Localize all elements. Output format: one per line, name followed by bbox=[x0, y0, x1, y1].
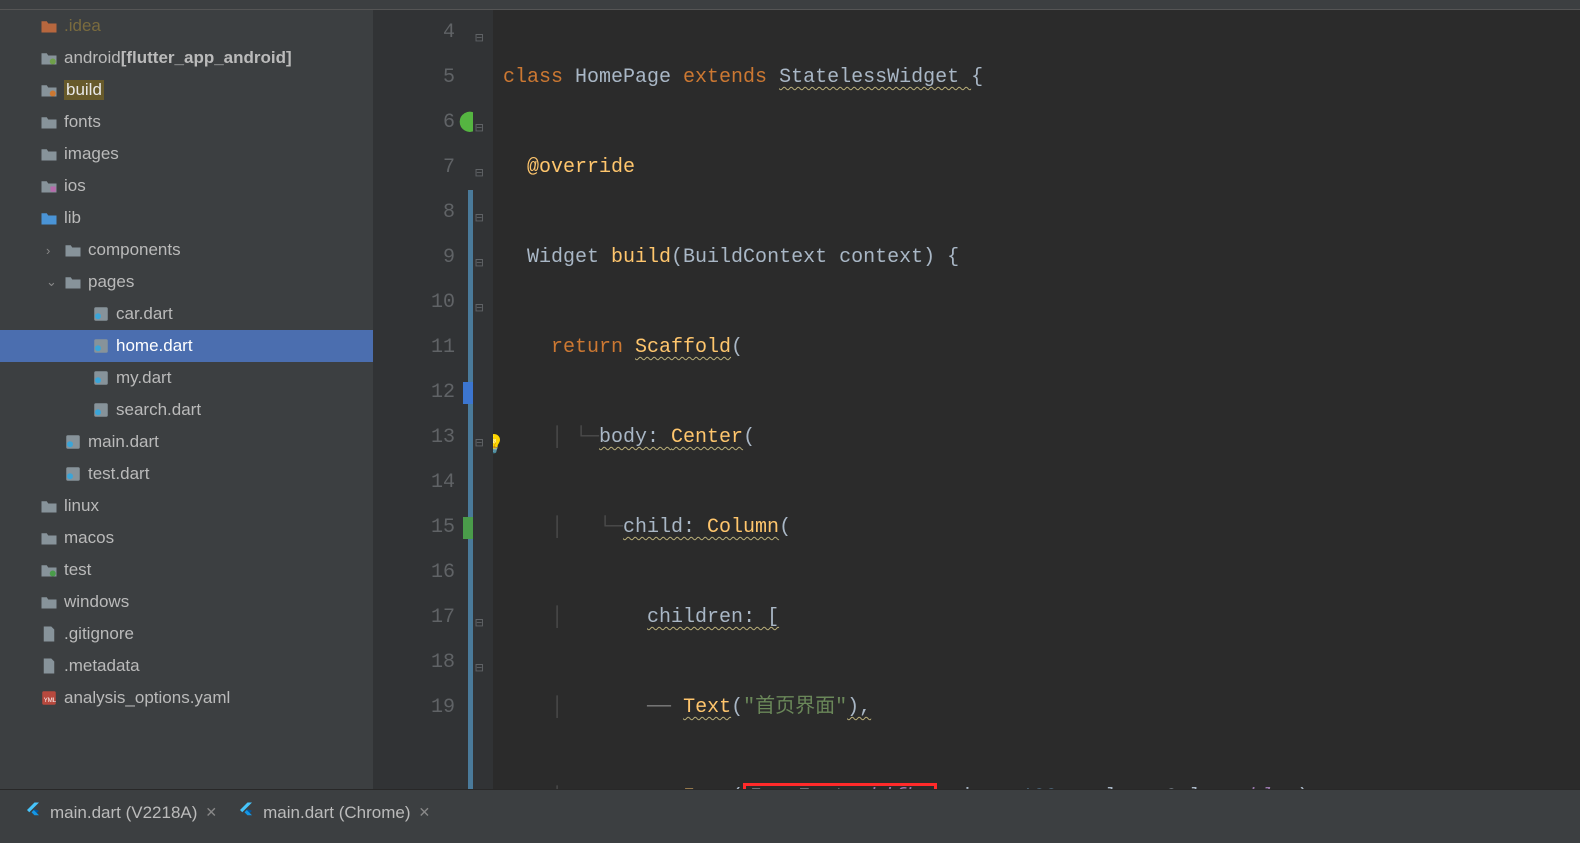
dart-icon bbox=[92, 401, 110, 419]
close-icon[interactable]: ✕ bbox=[205, 804, 217, 821]
editor-file-tabs[interactable] bbox=[0, 0, 1580, 10]
folder-icon bbox=[40, 115, 58, 130]
folder-blue-icon bbox=[40, 211, 58, 226]
tree-folder[interactable]: .idea bbox=[0, 10, 373, 42]
line-number: 16 bbox=[373, 550, 455, 595]
code-editor[interactable]: 4 5 6⬤↑ 7 8 9 10 11 12 13💡 14 15 16 17 1… bbox=[373, 10, 1580, 789]
tree-folder[interactable]: ios bbox=[0, 170, 373, 202]
line-number: 9 bbox=[373, 235, 455, 280]
dart-icon bbox=[92, 369, 110, 387]
tree-folder[interactable]: fonts bbox=[0, 106, 373, 138]
tree-folder[interactable]: build bbox=[0, 74, 373, 106]
tree-file[interactable]: main.dart bbox=[0, 426, 373, 458]
line-number: 11 bbox=[373, 325, 455, 370]
line-number: 17 bbox=[373, 595, 455, 640]
folder-icon bbox=[40, 499, 58, 514]
tree-folder[interactable]: .metadata bbox=[0, 650, 373, 682]
folder-special-icon bbox=[40, 19, 58, 34]
folder-icon bbox=[64, 243, 82, 258]
line-number: 8 bbox=[373, 190, 455, 235]
line-number: 5 bbox=[373, 55, 455, 100]
file-icon bbox=[40, 657, 58, 675]
tree-folder[interactable]: android [flutter_app_android] bbox=[0, 42, 373, 74]
run-tab-label: main.dart (V2218A) bbox=[50, 803, 197, 823]
gutter: 4 5 6⬤↑ 7 8 9 10 11 12 13💡 14 15 16 17 1… bbox=[373, 10, 473, 789]
folder-android-icon bbox=[40, 51, 58, 66]
line-number: 10 bbox=[373, 280, 455, 325]
tree-folder[interactable]: images bbox=[0, 138, 373, 170]
folder-icon bbox=[64, 275, 82, 290]
tree-folder[interactable]: lib bbox=[0, 202, 373, 234]
tree-folder[interactable]: YMLanalysis_options.yaml bbox=[0, 682, 373, 714]
yaml-icon: YML bbox=[40, 689, 58, 707]
folder-ios-icon bbox=[40, 179, 58, 194]
tree-folder[interactable]: ⌄pages bbox=[0, 266, 373, 298]
chevron-down-icon[interactable]: ⌄ bbox=[46, 274, 64, 290]
run-tab-device[interactable]: main.dart (V2218A) ✕ bbox=[14, 801, 227, 824]
run-tabs[interactable]: main.dart (V2218A) ✕ main.dart (Chrome) … bbox=[0, 789, 1580, 835]
tree-file[interactable]: car.dart bbox=[0, 298, 373, 330]
run-tab-chrome[interactable]: main.dart (Chrome) ✕ bbox=[227, 801, 440, 824]
line-number: 7 bbox=[373, 145, 455, 190]
tree-file[interactable]: search.dart bbox=[0, 394, 373, 426]
project-tree[interactable]: .ideaandroid [flutter_app_android]buildf… bbox=[0, 10, 373, 789]
line-number: 4 bbox=[373, 10, 455, 55]
close-icon[interactable]: ✕ bbox=[419, 804, 431, 821]
tree-folder[interactable]: windows bbox=[0, 586, 373, 618]
tree-file[interactable]: home.dart bbox=[0, 330, 373, 362]
folder-build-icon bbox=[40, 83, 58, 98]
dart-icon bbox=[64, 465, 82, 483]
tree-folder[interactable]: ›components bbox=[0, 234, 373, 266]
status-bar bbox=[0, 835, 1580, 843]
folder-icon bbox=[40, 595, 58, 610]
folder-test-icon bbox=[40, 563, 58, 578]
svg-text:YML: YML bbox=[44, 698, 57, 704]
tree-file[interactable]: test.dart bbox=[0, 458, 373, 490]
tree-folder[interactable]: linux bbox=[0, 490, 373, 522]
run-tab-label: main.dart (Chrome) bbox=[263, 803, 410, 823]
dart-icon bbox=[92, 305, 110, 323]
code-text[interactable]: class HomePage extends StatelessWidget {… bbox=[493, 10, 1580, 789]
dart-icon bbox=[92, 337, 110, 355]
folder-icon bbox=[40, 531, 58, 546]
line-number: 18 bbox=[373, 640, 455, 685]
folder-icon bbox=[40, 147, 58, 162]
line-number: 14 bbox=[373, 460, 455, 505]
tree-folder[interactable]: .gitignore bbox=[0, 618, 373, 650]
file-icon bbox=[40, 625, 58, 643]
tree-folder[interactable]: test bbox=[0, 554, 373, 586]
flutter-icon bbox=[237, 801, 255, 824]
tree-file[interactable]: my.dart bbox=[0, 362, 373, 394]
line-number: 6⬤↑ bbox=[373, 100, 455, 145]
tree-folder[interactable]: macos bbox=[0, 522, 373, 554]
dart-icon bbox=[64, 433, 82, 451]
line-number: 12 bbox=[373, 370, 455, 415]
chevron-right-icon[interactable]: › bbox=[46, 243, 64, 258]
fold-column[interactable]: ⊟ ⊟ ⊟ ⊟ ⊟ ⊟ ⊟ ⊟ ⊟ bbox=[473, 10, 493, 789]
flutter-icon bbox=[24, 801, 42, 824]
line-number: 15 bbox=[373, 505, 455, 550]
line-number: 19 bbox=[373, 685, 455, 730]
line-number: 13💡 bbox=[373, 415, 455, 460]
